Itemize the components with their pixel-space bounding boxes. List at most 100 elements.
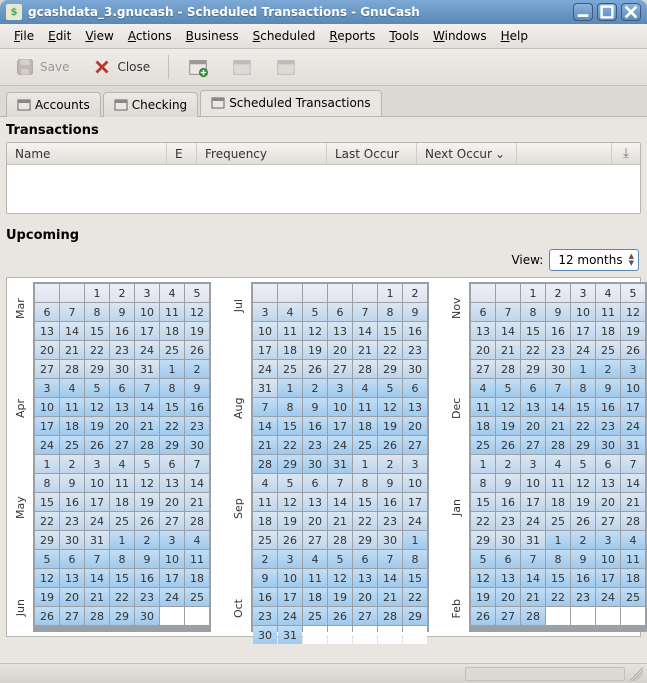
calendar-day-cell[interactable]: 30 (378, 531, 402, 549)
calendar-day-cell[interactable]: 22 (403, 588, 427, 606)
calendar-day-cell[interactable]: 7 (185, 455, 209, 473)
calendar-day-cell[interactable]: 13 (471, 322, 495, 340)
calendar-day-cell[interactable]: 7 (328, 474, 352, 492)
calendar-day-cell[interactable]: 14 (60, 322, 84, 340)
calendar-day-cell[interactable]: 19 (35, 588, 59, 606)
calendar-day-cell[interactable]: 14 (135, 398, 159, 416)
calendar-day-cell[interactable]: 16 (303, 417, 327, 435)
calendar-day-cell[interactable]: 16 (60, 493, 84, 511)
calendar-day-cell[interactable]: 18 (160, 322, 184, 340)
calendar-day-cell[interactable]: 26 (378, 436, 402, 454)
calendar-day-cell[interactable]: 24 (403, 512, 427, 530)
calendar-day-cell[interactable]: 12 (621, 303, 645, 321)
calendar-day-cell[interactable]: 19 (85, 417, 109, 435)
calendar-day-cell[interactable]: 13 (60, 569, 84, 587)
calendar-day-cell[interactable]: 24 (596, 588, 620, 606)
calendar-day-cell[interactable]: 6 (403, 379, 427, 397)
calendar-day-cell[interactable]: 7 (621, 455, 645, 473)
calendar-day-cell[interactable]: 8 (85, 303, 109, 321)
calendar-day-cell[interactable]: 27 (35, 360, 59, 378)
calendar-day-cell[interactable]: 14 (85, 569, 109, 587)
calendar-day-cell[interactable]: 10 (571, 303, 595, 321)
calendar-day-cell[interactable]: 16 (378, 493, 402, 511)
calendar-day-cell[interactable]: 19 (471, 588, 495, 606)
calendar-day-cell[interactable]: 28 (328, 531, 352, 549)
calendar-day-cell[interactable]: 21 (85, 588, 109, 606)
column-next-occur[interactable]: Next Occur⌄ (417, 143, 517, 164)
calendar-day-cell[interactable]: 20 (496, 588, 520, 606)
calendar-day-cell[interactable]: 15 (278, 417, 302, 435)
calendar-day-cell[interactable]: 14 (328, 493, 352, 511)
calendar-day-cell[interactable]: 24 (135, 341, 159, 359)
calendar-day-cell[interactable]: 20 (110, 417, 134, 435)
calendar-day-cell[interactable]: 6 (303, 474, 327, 492)
calendar-day-cell[interactable]: 21 (60, 341, 84, 359)
calendar-day-cell[interactable]: 7 (378, 550, 402, 568)
calendar-day-cell[interactable]: 12 (135, 474, 159, 492)
calendar-day-cell[interactable]: 4 (303, 550, 327, 568)
calendar-day-cell[interactable]: 27 (303, 531, 327, 549)
calendar-day-cell[interactable]: 24 (85, 512, 109, 530)
calendar-day-cell[interactable]: 30 (596, 436, 620, 454)
column-action[interactable]: ⤓ (612, 143, 640, 164)
calendar-day-cell[interactable]: 23 (110, 341, 134, 359)
calendar-day-cell[interactable]: 1 (546, 531, 570, 549)
calendar-day-cell[interactable]: 27 (403, 436, 427, 454)
calendar-day-cell[interactable]: 28 (253, 455, 277, 473)
calendar-day-cell[interactable]: 11 (596, 303, 620, 321)
calendar-day-cell[interactable]: 11 (185, 550, 209, 568)
calendar-day-cell[interactable]: 12 (278, 493, 302, 511)
calendar-day-cell[interactable]: 15 (353, 493, 377, 511)
calendar-day-cell[interactable]: 29 (471, 531, 495, 549)
calendar-day-cell[interactable]: 26 (471, 607, 495, 625)
calendar-day-cell[interactable]: 13 (35, 322, 59, 340)
calendar-day-cell[interactable]: 5 (378, 379, 402, 397)
menu-business[interactable]: Business (180, 27, 245, 45)
calendar-day-cell[interactable]: 4 (110, 455, 134, 473)
calendar-day-cell[interactable]: 15 (378, 322, 402, 340)
calendar-day-cell[interactable]: 26 (278, 531, 302, 549)
calendar-day-cell[interactable]: 11 (278, 322, 302, 340)
calendar-day-cell[interactable]: 10 (85, 474, 109, 492)
calendar-day-cell[interactable]: 28 (521, 607, 545, 625)
calendar-day-cell[interactable]: 10 (160, 550, 184, 568)
calendar-day-cell[interactable]: 10 (521, 474, 545, 492)
calendar-day-cell[interactable]: 31 (278, 626, 302, 644)
calendar-day-cell[interactable]: 11 (60, 398, 84, 416)
calendar-day-cell[interactable]: 16 (546, 322, 570, 340)
menu-view[interactable]: View (79, 27, 119, 45)
delete-schedule-button[interactable] (269, 53, 303, 81)
menu-actions[interactable]: Actions (122, 27, 178, 45)
calendar-day-cell[interactable]: 10 (596, 550, 620, 568)
calendar-day-cell[interactable]: 20 (471, 341, 495, 359)
calendar-day-cell[interactable]: 8 (160, 379, 184, 397)
calendar-day-cell[interactable]: 12 (328, 569, 352, 587)
calendar-day-cell[interactable]: 8 (353, 474, 377, 492)
calendar-day-cell[interactable]: 25 (160, 341, 184, 359)
calendar-day-cell[interactable]: 28 (135, 436, 159, 454)
calendar-day-cell[interactable]: 1 (471, 455, 495, 473)
calendar-day-cell[interactable]: 2 (60, 455, 84, 473)
calendar-day-cell[interactable]: 12 (378, 398, 402, 416)
calendar-day-cell[interactable]: 22 (353, 512, 377, 530)
calendar-day-cell[interactable]: 14 (253, 417, 277, 435)
calendar-day-cell[interactable]: 16 (253, 588, 277, 606)
calendar-day-cell[interactable]: 10 (35, 398, 59, 416)
calendar-day-cell[interactable]: 27 (60, 607, 84, 625)
close-button[interactable]: Close (85, 53, 156, 81)
calendar-day-cell[interactable]: 15 (160, 398, 184, 416)
calendar-day-cell[interactable]: 22 (546, 588, 570, 606)
calendar-day-cell[interactable]: 7 (253, 398, 277, 416)
calendar-day-cell[interactable]: 21 (521, 588, 545, 606)
calendar-day-cell[interactable]: 21 (546, 417, 570, 435)
calendar-day-cell[interactable]: 5 (496, 379, 520, 397)
calendar-day-cell[interactable]: 9 (378, 474, 402, 492)
calendar-day-cell[interactable]: 17 (403, 493, 427, 511)
calendar-day-cell[interactable]: 31 (135, 360, 159, 378)
calendar-day-cell[interactable]: 31 (328, 455, 352, 473)
calendar-day-cell[interactable]: 24 (521, 512, 545, 530)
calendar-day-cell[interactable]: 22 (471, 512, 495, 530)
calendar-day-cell[interactable]: 23 (546, 341, 570, 359)
calendar-day-cell[interactable]: 31 (85, 531, 109, 549)
calendar-day-cell[interactable]: 9 (596, 379, 620, 397)
